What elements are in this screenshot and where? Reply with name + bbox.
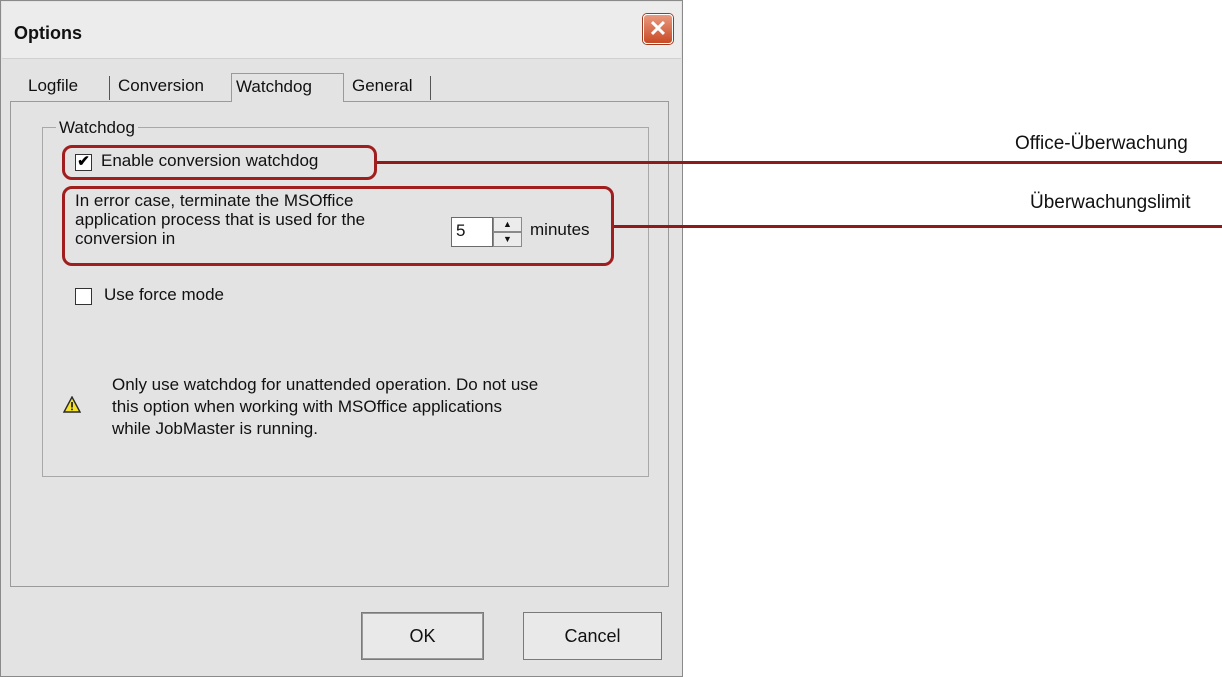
callout-monitoring-limit: Überwachungslimit [1030, 192, 1191, 213]
close-button[interactable]: ✕ [643, 14, 673, 44]
warning-icon [63, 396, 81, 413]
tab-conversion[interactable]: Conversion [114, 76, 208, 96]
groupbox-title: Watchdog [56, 118, 138, 138]
highlight-frame [62, 186, 614, 266]
callout-leader-line [614, 225, 1222, 228]
callout-office-monitoring: Office-Überwachung [1015, 133, 1188, 154]
tab-logfile[interactable]: Logfile [24, 76, 82, 96]
highlight-frame [62, 145, 377, 180]
warning-text-line: Only use watchdog for unattended operati… [112, 375, 539, 394]
cancel-button[interactable]: Cancel [523, 612, 662, 660]
tab-separator [430, 76, 431, 100]
warning-text-line: this option when working with MSOffice a… [112, 397, 502, 416]
warning-text-line: while JobMaster is running. [112, 419, 318, 438]
callout-leader-line [377, 161, 1222, 164]
dialog-title: Options [14, 23, 82, 43]
tab-watchdog[interactable]: Watchdog [231, 73, 344, 102]
warning-text: Only use watchdog for unattended operati… [112, 374, 538, 440]
tab-general[interactable]: General [348, 76, 416, 96]
force-mode-label[interactable]: Use force mode [104, 285, 224, 305]
close-icon: ✕ [648, 16, 668, 41]
force-mode-checkbox[interactable] [75, 288, 92, 305]
title-bar[interactable]: Options ✕ [2, 2, 681, 59]
ok-button[interactable]: OK [361, 612, 484, 660]
tab-separator [109, 76, 110, 100]
